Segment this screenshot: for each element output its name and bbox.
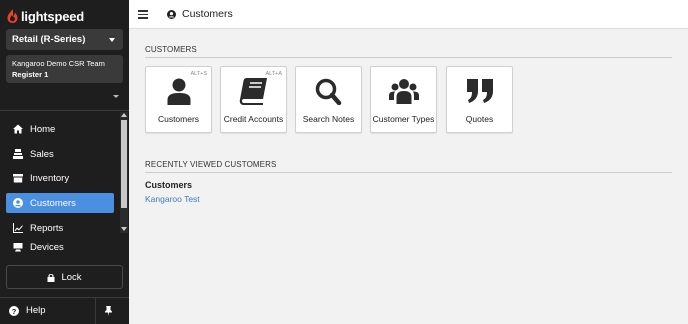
help-label: Help (26, 305, 46, 316)
pin-icon[interactable] (104, 306, 113, 316)
tile-customers[interactable]: ALT+S Customers (145, 66, 212, 133)
help-icon: ? (9, 305, 19, 316)
lock-icon (47, 273, 55, 282)
inventory-icon (13, 174, 23, 183)
divider (0, 110, 129, 111)
sidebar-item-label: Devices (30, 241, 64, 253)
menu-icon[interactable] (138, 10, 148, 19)
main-content: CUSTOMERS ALT+S Customers ALT+A Credit A… (129, 29, 688, 324)
scroll-down-icon[interactable] (121, 227, 127, 231)
shortcut-hint: ALT+A (265, 71, 282, 77)
svg-text:?: ? (12, 307, 17, 316)
top-bar: Customers (129, 0, 688, 29)
tile-label: Credit Accounts (223, 114, 284, 124)
book-icon (239, 78, 267, 105)
tile-label: Customers (157, 114, 200, 124)
scroll-up-icon[interactable] (121, 113, 127, 117)
reports-icon (13, 223, 23, 233)
sales-icon (13, 149, 23, 159)
tile-search-notes[interactable]: Search Notes (295, 66, 362, 133)
store-select[interactable]: Retail (R-Series) (6, 29, 123, 50)
sidebar-item-label: Sales (30, 148, 54, 160)
tile-label: Customer Types (372, 114, 435, 124)
recent-heading: Customers (145, 180, 193, 190)
lock-button[interactable]: Lock (6, 265, 123, 289)
recent-customer-link[interactable]: Kangaroo Test (145, 194, 200, 204)
logo[interactable]: lightspeed (7, 8, 84, 24)
sidebar-item-customers[interactable]: Customers (6, 193, 114, 213)
tile-label: Quotes (465, 114, 494, 124)
collapse-caret-icon[interactable] (113, 95, 119, 98)
tile-quotes[interactable]: Quotes (446, 66, 513, 133)
logo-text: lightspeed (21, 8, 85, 24)
divider (95, 298, 96, 324)
sidebar-item-label: Customers (30, 197, 76, 209)
sidebar-item-reports[interactable]: Reports (6, 218, 114, 238)
page-title: Customers (167, 8, 233, 20)
customer-icon (167, 9, 176, 19)
sidebar-item-devices[interactable]: Devices (6, 237, 114, 257)
register-info[interactable]: Kangaroo Demo CSR Team Register 1 (6, 55, 123, 83)
scrollbar-thumb[interactable] (121, 120, 127, 208)
customer-icon (13, 198, 23, 208)
shortcut-hint: ALT+S (190, 71, 207, 77)
section-title: CUSTOMERS (145, 45, 197, 54)
devices-icon (13, 243, 23, 252)
help-button[interactable]: ? Help (9, 305, 46, 316)
user-icon (167, 78, 190, 105)
register-name: Register 1 (12, 70, 49, 79)
page-title-text: Customers (182, 8, 233, 20)
sidebar: lightspeed Retail (R-Series) Kangaroo De… (0, 0, 129, 324)
users-group-icon (388, 79, 419, 104)
lock-label: Lock (61, 271, 82, 283)
quote-icon (466, 79, 493, 103)
divider (145, 57, 672, 58)
tile-label: Search Notes (302, 114, 355, 124)
sidebar-scrollbar[interactable] (120, 112, 128, 233)
sidebar-footer: ? Help (0, 297, 129, 324)
flame-logo-icon (7, 9, 18, 23)
sidebar-item-home[interactable]: Home (6, 119, 114, 139)
team-name: Kangaroo Demo CSR Team (12, 59, 105, 68)
sidebar-item-label: Inventory (30, 172, 70, 184)
home-icon (13, 124, 23, 134)
sidebar-item-sales[interactable]: Sales (6, 144, 114, 164)
sidebar-item-label: Reports (30, 222, 64, 234)
recent-section-title: RECENTLY VIEWED CUSTOMERS (145, 160, 277, 169)
tile-credit-accounts[interactable]: ALT+A Credit Accounts (220, 66, 287, 133)
chevron-down-icon (109, 38, 115, 42)
search-icon (315, 78, 341, 105)
sidebar-item-inventory[interactable]: Inventory (6, 168, 114, 188)
tile-customer-types[interactable]: Customer Types (370, 66, 437, 133)
divider (145, 172, 672, 173)
sidebar-item-label: Home (30, 123, 56, 135)
store-select-label: Retail (R-Series) (12, 34, 86, 45)
